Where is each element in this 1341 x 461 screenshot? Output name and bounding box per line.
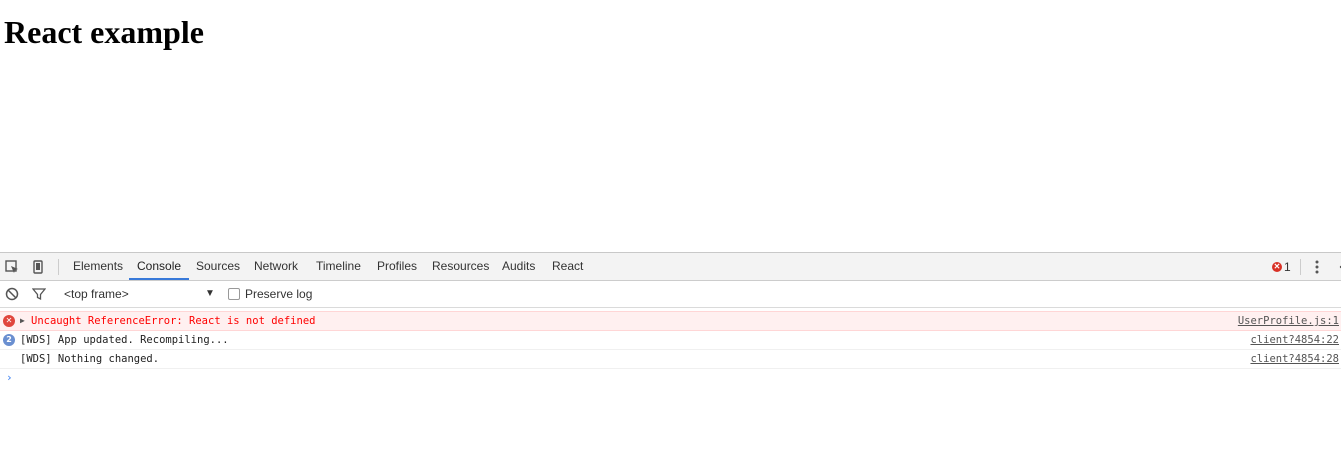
preserve-log-toggle[interactable]: Preserve log	[228, 287, 312, 301]
tab-timeline[interactable]: Timeline	[308, 253, 369, 280]
prompt-chevron-icon: ›	[6, 371, 13, 384]
devtools-panel: Elements Console Sources Network Timelin…	[0, 252, 1341, 461]
source-link[interactable]: client?4854:28	[1250, 350, 1339, 368]
inspect-element-icon[interactable]	[4, 259, 20, 275]
frame-select[interactable]: <top frame>	[58, 281, 216, 307]
source-link[interactable]: client?4854:22	[1250, 331, 1339, 349]
source-link[interactable]: UserProfile.js:1	[1238, 312, 1339, 330]
tab-profiles[interactable]: Profiles	[369, 253, 425, 280]
console-error-line[interactable]: ✕ ▶ Uncaught ReferenceError: React is no…	[0, 311, 1341, 331]
console-info-line: 2 [WDS] App updated. Recompiling... clie…	[0, 331, 1341, 350]
close-devtools-icon[interactable]	[1333, 259, 1341, 275]
error-count: 1	[1284, 260, 1291, 274]
tab-console[interactable]: Console	[129, 253, 190, 280]
tab-sources[interactable]: Sources	[188, 253, 248, 280]
console-message: Uncaught ReferenceError: React is not de…	[31, 315, 316, 327]
tab-audits[interactable]: Audits	[494, 253, 543, 280]
chevron-down-icon[interactable]: ▼	[205, 281, 215, 307]
clear-console-icon[interactable]	[4, 286, 20, 302]
expand-triangle-icon[interactable]: ▶	[20, 312, 25, 330]
filter-icon[interactable]	[31, 286, 47, 302]
tab-resources[interactable]: Resources	[424, 253, 497, 280]
error-icon: ✕	[1272, 262, 1282, 272]
devtools-tabbar: Elements Console Sources Network Timelin…	[0, 253, 1341, 281]
repeat-count-badge: 2	[3, 334, 15, 346]
error-count-badge[interactable]: ✕ 1	[1272, 260, 1291, 274]
tab-react[interactable]: React	[544, 253, 591, 280]
console-prompt[interactable]: ›	[0, 369, 1341, 387]
preserve-log-checkbox[interactable]	[228, 288, 240, 300]
preserve-log-label: Preserve log	[245, 287, 313, 301]
tab-network[interactable]: Network	[246, 253, 306, 280]
page-title: React example	[4, 14, 204, 50]
error-icon: ✕	[3, 315, 15, 327]
console-log-line: [WDS] Nothing changed. client?4854:28	[0, 350, 1341, 369]
device-mode-icon[interactable]	[30, 259, 46, 275]
console-toolbar: <top frame> ▼ Preserve log	[0, 281, 1341, 308]
more-options-icon[interactable]	[1309, 259, 1325, 275]
console-message: [WDS] App updated. Recompiling...	[20, 334, 229, 346]
tab-elements[interactable]: Elements	[65, 253, 131, 280]
console-message: [WDS] Nothing changed.	[20, 353, 160, 365]
